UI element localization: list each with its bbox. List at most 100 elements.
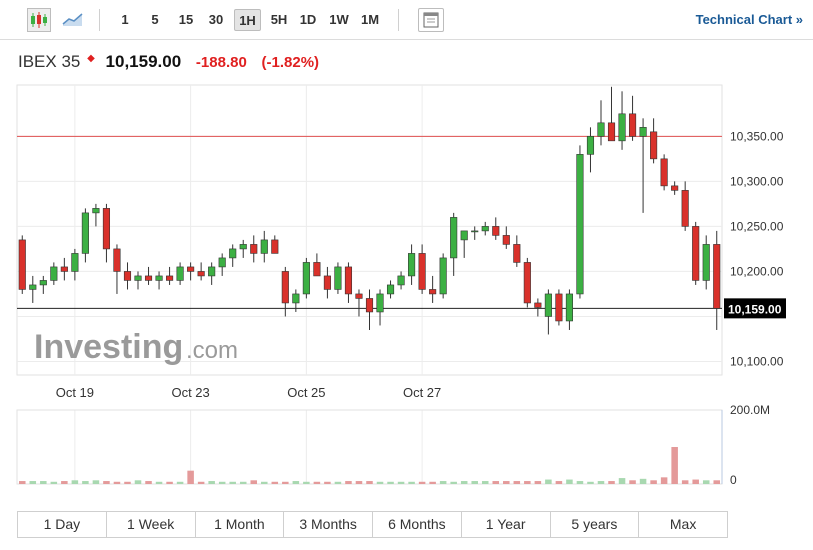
volume-bar	[208, 481, 215, 484]
volume-bar	[271, 481, 279, 484]
candle	[650, 118, 658, 164]
range-max[interactable]: Max	[639, 512, 727, 537]
candle-body	[250, 244, 258, 254]
range-6-months[interactable]: 6 Months	[373, 512, 462, 537]
candle-body	[18, 239, 26, 290]
candle-body	[81, 212, 89, 254]
candle	[313, 253, 321, 277]
volume-bar	[534, 481, 542, 484]
volume-bar	[460, 481, 468, 484]
candle-body	[155, 275, 163, 281]
chart-grid	[16, 84, 723, 485]
volume-bar	[155, 481, 163, 484]
candle	[71, 248, 79, 281]
range-1-month[interactable]: 1 Month	[196, 512, 285, 537]
volume-bar	[387, 481, 394, 484]
y-tick-label: 10,200.00	[730, 264, 784, 278]
volume-bar	[692, 479, 699, 484]
candle	[376, 289, 384, 326]
candle	[208, 262, 216, 285]
candle	[302, 257, 310, 299]
candle	[39, 275, 47, 294]
candle-body	[597, 122, 605, 137]
current-price-tag-label: 10,159.00	[728, 302, 782, 316]
range-3-months[interactable]: 3 Months	[284, 512, 373, 537]
candle-body	[302, 262, 310, 295]
volume-bar	[218, 481, 226, 484]
candle-body	[576, 154, 584, 295]
candle-body	[229, 248, 237, 259]
volume-bar	[397, 481, 405, 484]
volume-bar	[18, 481, 26, 484]
candle	[50, 262, 58, 285]
candle-body	[650, 131, 658, 160]
volume-bar	[439, 481, 447, 484]
candle	[365, 289, 374, 330]
volume-bar	[713, 480, 721, 484]
candle	[92, 203, 100, 227]
candle	[397, 271, 405, 290]
range-selector: 1 Day 1 Week 1 Month 3 Months 6 Months 1…	[17, 511, 728, 538]
range-1-year[interactable]: 1 Year	[462, 512, 551, 537]
candle-body	[607, 122, 616, 142]
volume-bar	[503, 481, 510, 484]
candles	[18, 86, 721, 335]
candle-body	[29, 284, 37, 290]
candle	[576, 145, 584, 299]
candle-body	[292, 293, 300, 304]
volume-bar	[555, 481, 563, 484]
candle-body	[187, 266, 195, 272]
range-5-years[interactable]: 5 years	[551, 512, 640, 537]
candle-body	[355, 293, 363, 299]
volume-bar	[376, 481, 384, 484]
volume-bar	[608, 481, 615, 484]
candle	[134, 271, 142, 290]
candle	[681, 181, 689, 231]
candle-body	[92, 208, 100, 214]
candle-body	[460, 230, 468, 241]
volume-bar	[681, 480, 689, 484]
volume-bar	[61, 481, 68, 484]
range-1-day[interactable]: 1 Day	[18, 512, 107, 537]
volume-bar	[145, 481, 152, 484]
candle-body	[134, 275, 142, 281]
watermark-suffix: .com	[186, 337, 238, 364]
candle	[692, 221, 700, 285]
candle	[544, 289, 552, 335]
candle	[260, 230, 268, 263]
volume-tick-label: 0	[730, 473, 737, 487]
x-tick-label: Oct 25	[287, 385, 325, 400]
candle-body	[39, 280, 47, 286]
range-1-week[interactable]: 1 Week	[107, 512, 196, 537]
candle-body	[555, 293, 563, 322]
candle	[250, 235, 258, 263]
volume-bar	[587, 481, 594, 484]
candle-body	[323, 275, 331, 290]
volume-bar	[229, 481, 236, 484]
candle	[481, 221, 489, 236]
candle-body	[450, 217, 458, 259]
candle-body	[439, 257, 447, 295]
volume-bar	[492, 481, 500, 484]
candle-body	[176, 266, 184, 281]
candle-body	[565, 293, 573, 322]
volume-tick-label: 200.0M	[730, 403, 770, 417]
candle	[60, 257, 68, 281]
candle	[334, 262, 342, 294]
investing-watermark: Investing .com	[34, 328, 238, 366]
candle-body	[334, 266, 342, 290]
candle-body	[481, 226, 489, 232]
candle	[123, 262, 132, 290]
volume-bar	[292, 481, 300, 484]
volume-bar	[650, 480, 657, 484]
candle	[418, 244, 426, 294]
volume-bar	[345, 481, 352, 484]
candle	[113, 244, 121, 294]
volume-bar	[629, 480, 636, 484]
candle-body	[671, 185, 679, 191]
candle-body	[281, 271, 289, 304]
candle	[239, 239, 247, 258]
volume-bar	[303, 481, 310, 484]
candle	[565, 289, 573, 330]
volume-bar	[313, 481, 321, 484]
